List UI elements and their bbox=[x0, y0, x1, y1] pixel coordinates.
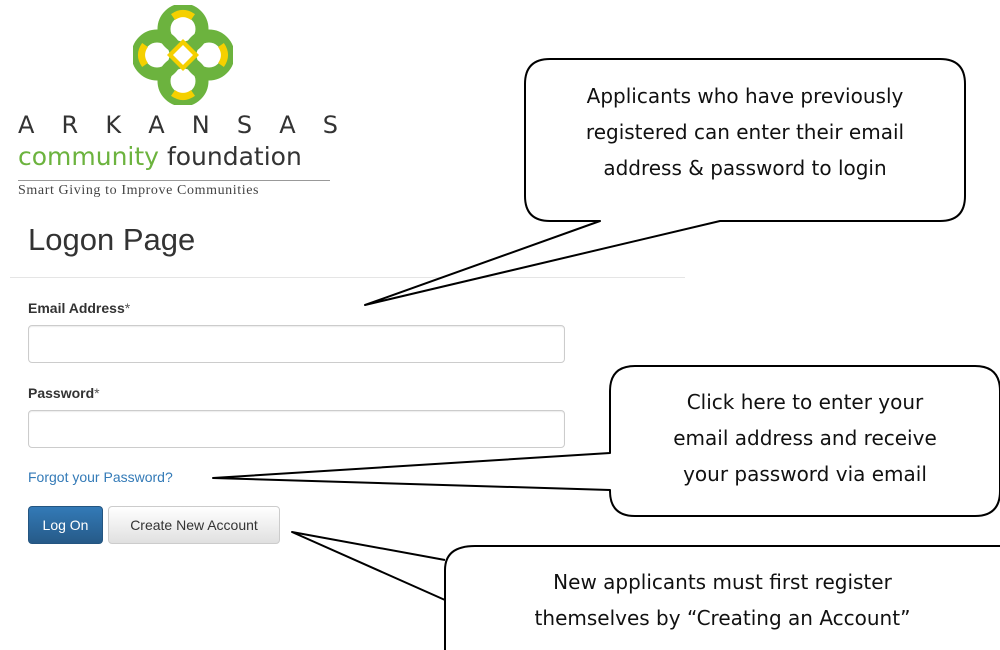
callout-create-line: themselves by “Creating an Account” bbox=[534, 606, 911, 630]
callout-forgot-line: your password via email bbox=[683, 462, 927, 486]
callout-forgot-line: Click here to enter your bbox=[686, 390, 924, 414]
callout-login-line: address & password to login bbox=[603, 156, 887, 180]
callout-create-line: New applicants must first register bbox=[553, 570, 892, 594]
callout-login-line: Applicants who have previously bbox=[586, 84, 904, 108]
callout-login-line: registered can enter their email bbox=[585, 120, 905, 144]
callout-create-text: New applicants must first register thems… bbox=[445, 564, 1000, 636]
callout-forgot-line: email address and receive bbox=[673, 426, 937, 450]
callout-login-text: Applicants who have previously registere… bbox=[525, 78, 965, 186]
callout-forgot-text: Click here to enter your email address a… bbox=[610, 384, 1000, 492]
